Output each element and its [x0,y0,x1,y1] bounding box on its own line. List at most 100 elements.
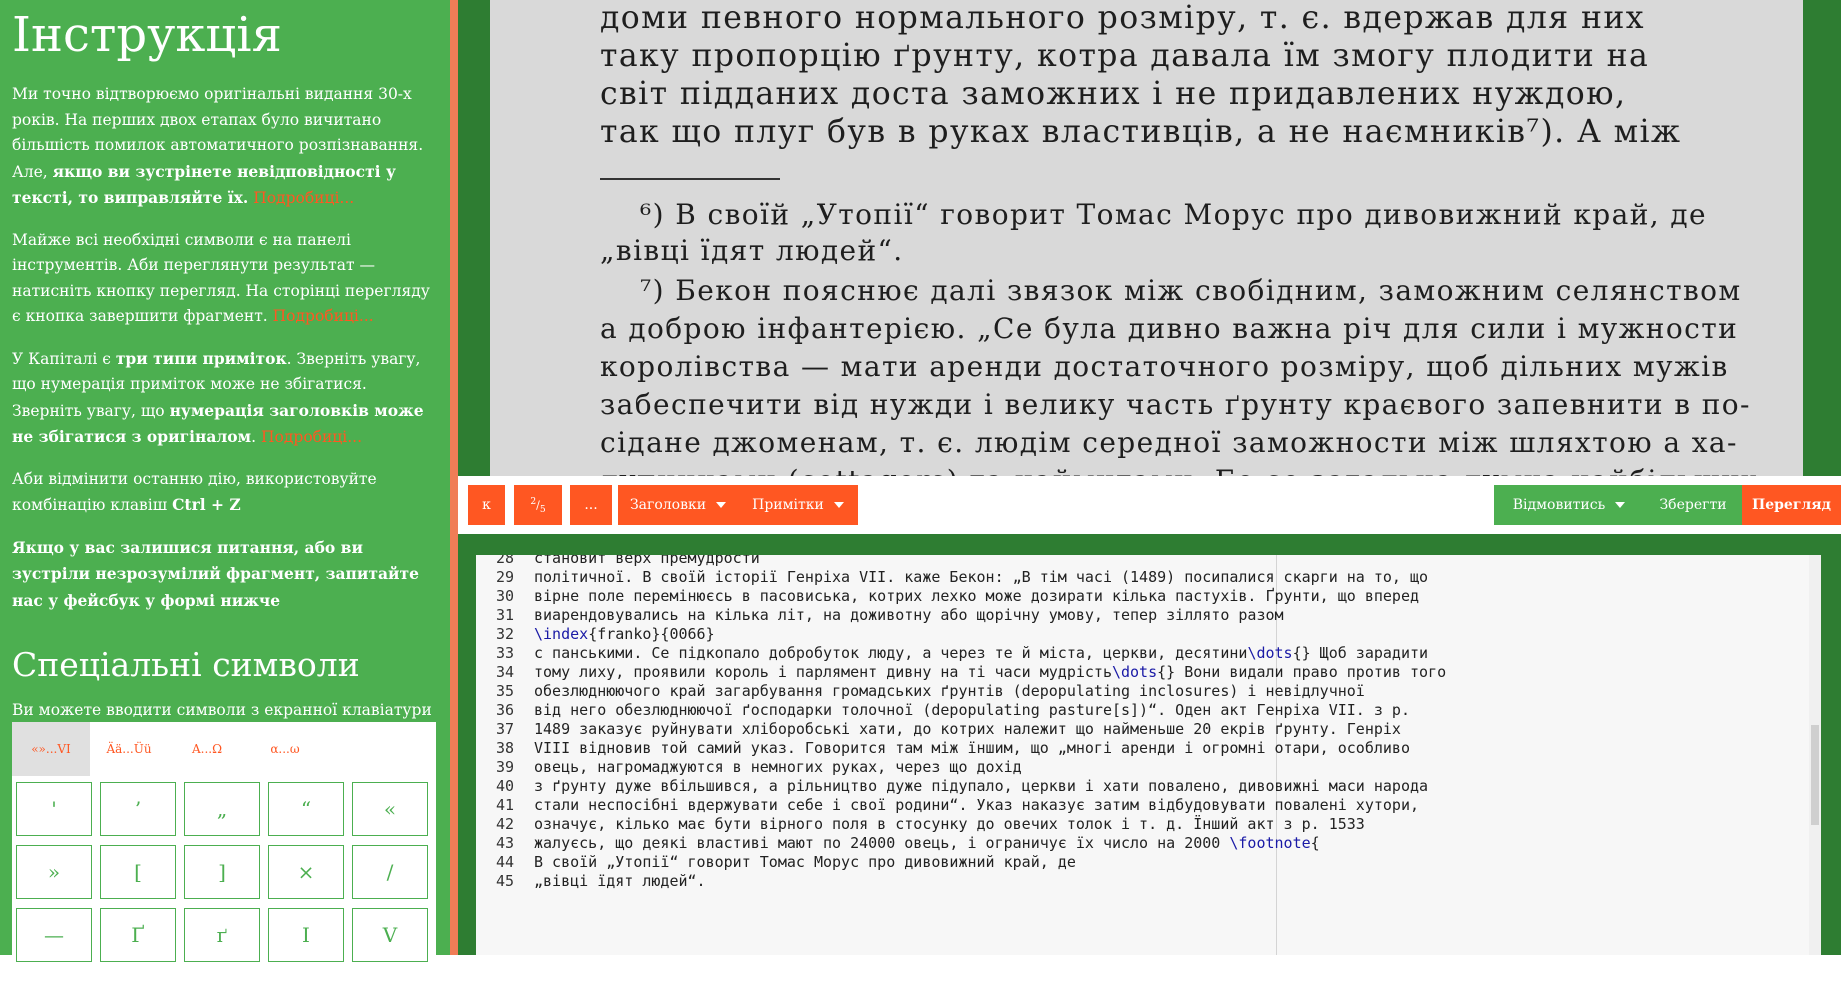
notes-dropdown[interactable]: Примітки [738,485,858,525]
scan-footnote-line: ⁷) Бекон пояснює далі звязок між свобідн… [640,274,1742,307]
scan-footnote-line: сідане джоменам, т. є. людім середної за… [600,426,1738,459]
details-link-3[interactable]: Подробиці... [261,428,362,446]
code-line: „вівці їдят людей“. [534,872,706,890]
code-line: стали неспосібні вдержувати себе і свої … [534,796,1420,814]
code-line: означує, кілько має бути вірного поля в … [534,815,1365,833]
scrollbar-thumb[interactable] [1811,725,1819,825]
latex-command: \index [534,625,589,643]
symbol-tab-quotes[interactable]: «»...VI [12,722,90,776]
code-line: від него обезлюднюючої ґосподарки толочн… [534,701,1410,719]
scan-footnote-line: королівства — мати аренди достаточного р… [600,350,1729,383]
refuse-dropdown[interactable]: Відмовитись [1494,485,1644,525]
symbol-key[interactable]: « [352,782,428,836]
symbol-tab-greek-lower[interactable]: α...ω [246,722,324,776]
main-area: доми певного нормального розміру, т. є. … [458,0,1841,955]
latex-command: \dots [1111,663,1158,681]
code-line: В своїй „Утопії“ говорит Томас Морус про… [534,853,1076,871]
p3-b1: три типи приміток [115,348,287,368]
p1-tail: . [242,188,249,207]
line-number: 38 [495,739,514,757]
refuse-label: Відмовитись [1512,497,1606,513]
symbol-key[interactable]: ’ [100,782,176,836]
symbol-key[interactable]: ' [16,782,92,836]
instruction-paragraph-5: Якщо у вас залишися питання, або ви зуст… [12,535,438,615]
code-line: 1489 заказує руйнувати хліборобські хати… [534,720,1401,738]
code-text: { [1310,834,1320,852]
code-line: овець, нагромаджуются в немногих руках, … [534,758,1022,776]
scan-line: так що плуг був в руках властивців, а не… [600,114,1682,150]
line-number: 37 [495,720,514,738]
details-link-1[interactable]: Подробиці... [253,189,354,207]
p3-a: У Капіталі є [12,349,116,368]
line-number: 39 [495,758,514,776]
code-line: виарендовувались на кілька літ, на дожив… [534,606,1284,624]
code-line: \index{franko}{0066} [534,625,715,643]
preview-button[interactable]: Перегляд [1742,485,1841,525]
scan-line: доми певного нормального розміру, т. є. … [600,0,1645,36]
details-link-2[interactable]: Подробиці... [273,307,374,325]
notes-label: Примітки [752,497,824,513]
code-text: жалуєсь, що деякі властиві мают по 24000… [534,834,1230,852]
symbol-key[interactable]: / [352,845,428,899]
code-text: с панськими. Се підкопало добробуток люд… [534,644,1248,662]
scanned-page-image[interactable]: доми певного нормального розміру, т. є. … [490,0,1803,476]
scan-footnote-line: забеспечити від нужди і велику часть ґру… [600,388,1751,421]
code-line: тому лиху, проявили король і парлямент д… [534,663,1446,681]
p3-d: . [251,428,257,446]
line-number: 36 [495,701,514,719]
scan-line: світ підданих доста заможних і не придав… [600,76,1627,112]
symbol-key-grid: ' ’ „ “ « » [ ] × / — Ґ ґ І V [12,776,436,968]
symbol-key[interactable]: „ [184,782,260,836]
code-text: {} Вони видали право против того [1157,663,1447,681]
scan-line: таку пропорцію ґрунту, котра давала їм з… [600,38,1650,74]
instruction-paragraph-2: Майже всі необхідні символи є на панелі … [12,228,438,330]
code-line: політичної. В своїй історії Генріха VII.… [534,568,1429,586]
line-number: 28 [495,555,514,567]
symbol-tab-greek-upper[interactable]: Α...Ω [168,722,246,776]
editor-toolbar: к 2/5 ... Заголовки Примітки Відмовитись… [458,476,1841,534]
line-number: 31 [495,606,514,624]
headings-dropdown[interactable]: Заголовки [618,485,738,525]
line-number: 30 [495,587,514,605]
code-line: становит верх премудрости [534,555,760,567]
p5-text: Якщо у вас залишися питання, або ви зуст… [12,537,419,610]
scan-footnote-line: а доброю інфантерією. „Се була дивно важ… [600,312,1739,345]
code-line: обезлюднюючого край загарбування громадс… [534,682,1365,700]
latex-editor[interactable]: 28 становит верх премудрости 29 політичн… [476,555,1821,955]
line-number: 35 [495,682,514,700]
symbol-key[interactable]: [ [100,845,176,899]
save-button[interactable]: Зберегти [1644,485,1742,525]
symbol-key[interactable]: ] [184,845,260,899]
editor-scrollbar[interactable] [1809,555,1821,955]
line-number: 45 [495,872,514,890]
k-button[interactable]: к [468,485,505,525]
special-symbols-title: Спеціальні символи [12,645,360,684]
code-text: {} Щоб зарадити [1292,644,1429,662]
line-number: 29 [495,568,514,586]
latex-command: \footnote [1229,834,1311,852]
line-number: 44 [495,853,514,871]
instruction-paragraph-4: Аби відмінити останню дію, використовуйт… [12,467,438,519]
symbol-key[interactable]: V [352,908,428,962]
chevron-down-icon [1615,502,1626,508]
code-line: вірне поле перемінюєсь в пасовиська, кот… [534,587,1420,605]
scan-footnote-line: „вівці їдят людей“. [600,234,904,267]
code-text: тому лиху, проявили король і парлямент д… [534,663,1112,681]
instruction-paragraph-3: У Капіталі є три типи приміток. Зверніть… [12,346,438,451]
symbol-key[interactable]: ґ [184,908,260,962]
symbol-tab-umlauts[interactable]: Ää...Üü [90,722,168,776]
fraction-button[interactable]: 2/5 [514,485,562,525]
footnote-rule [600,178,780,180]
symbol-key[interactable]: “ [268,782,344,836]
line-number: 40 [495,777,514,795]
symbol-key[interactable]: — [16,908,92,962]
symbol-key[interactable]: І [268,908,344,962]
ellipsis-button[interactable]: ... [570,485,612,525]
scan-footnote-line: ⁶) В своїй „Утопії“ говорит Томас Морус … [640,198,1707,231]
code-line: VIII відновив той самий указ. Говорится … [534,739,1410,757]
fraction-label: 2/5 [530,495,546,515]
symbol-key[interactable]: Ґ [100,908,176,962]
symbol-key[interactable]: » [16,845,92,899]
symbol-key[interactable]: × [268,845,344,899]
latex-command: \dots [1247,644,1293,662]
